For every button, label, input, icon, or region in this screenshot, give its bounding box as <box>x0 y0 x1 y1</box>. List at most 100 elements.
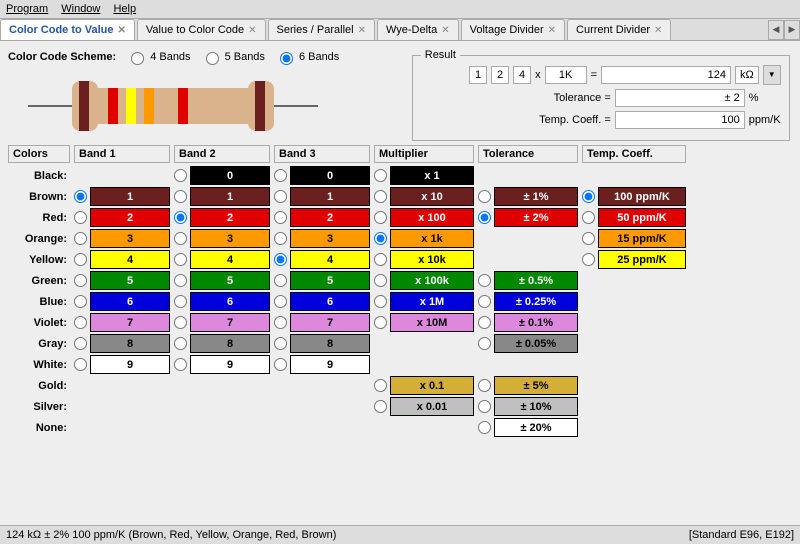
multiplier-option[interactable]: x 1M <box>374 291 474 312</box>
band-option[interactable] <box>74 165 170 186</box>
tab-1[interactable]: Value to Color Code✕ <box>137 19 266 40</box>
tab-0[interactable]: Color Code to Value✕ <box>0 19 135 40</box>
close-icon[interactable]: ✕ <box>441 25 449 36</box>
tolerance-option[interactable]: ± 0.1% <box>478 312 578 333</box>
tempcoeff-option[interactable]: 15 ppm/K <box>582 228 686 249</box>
tab-3[interactable]: Wye-Delta✕ <box>377 19 459 40</box>
band-option[interactable]: 4 <box>274 249 370 270</box>
color-label: Blue: <box>8 291 70 312</box>
status-right: [Standard E96, E192] <box>689 529 794 541</box>
multiplier-option[interactable]: x 100k <box>374 270 474 291</box>
band-option[interactable]: 7 <box>174 312 270 333</box>
tolerance-label: Tolerance = <box>554 92 611 104</box>
tempcoeff-unit: ppm/K <box>749 114 781 126</box>
resistor-graphic <box>28 71 318 141</box>
multiplier-option[interactable]: x 100 <box>374 207 474 228</box>
tab-4[interactable]: Voltage Divider✕ <box>461 19 565 40</box>
tab-2[interactable]: Series / Parallel✕ <box>268 19 375 40</box>
close-icon[interactable]: ✕ <box>548 25 556 36</box>
tolerance-option[interactable]: ± 10% <box>478 396 578 417</box>
multiplier-option[interactable]: x 0.01 <box>374 396 474 417</box>
close-icon[interactable]: ✕ <box>118 25 126 36</box>
result-value: 124 <box>601 66 731 84</box>
tab-scroll-left[interactable]: ◀ <box>768 20 784 40</box>
color-label: Black: <box>8 165 70 186</box>
result-panel: Result 1 2 4 x 1K = 124 kΩ ▼ Tolerance =… <box>412 49 791 141</box>
band-option[interactable]: 8 <box>274 333 370 354</box>
multiplier-option[interactable]: x 0.1 <box>374 375 474 396</box>
unit-dropdown[interactable]: ▼ <box>763 65 781 85</box>
close-icon[interactable]: ✕ <box>358 25 366 36</box>
band-option[interactable]: 2 <box>174 207 270 228</box>
multiplier-option[interactable]: x 10 <box>374 186 474 207</box>
band-option[interactable]: 6 <box>174 291 270 312</box>
band-option[interactable]: 8 <box>74 333 170 354</box>
menu-program[interactable]: Program <box>6 3 48 15</box>
tempcoeff-option[interactable]: 50 ppm/K <box>582 207 686 228</box>
tolerance-option[interactable]: ± 0.25% <box>478 291 578 312</box>
tolerance-option[interactable]: ± 5% <box>478 375 578 396</box>
tempcoeff-option[interactable]: 25 ppm/K <box>582 249 686 270</box>
tolerance-option[interactable] <box>478 249 578 270</box>
band-option[interactable]: 5 <box>74 270 170 291</box>
tolerance-option[interactable] <box>478 165 578 186</box>
band-option[interactable]: 4 <box>74 249 170 270</box>
band-option[interactable]: 3 <box>274 228 370 249</box>
statusbar: 124 kΩ ± 2% 100 ppm/K (Brown, Red, Yello… <box>0 525 800 544</box>
tolerance-option[interactable] <box>478 228 578 249</box>
band-option[interactable]: 7 <box>74 312 170 333</box>
band-option[interactable]: 4 <box>174 249 270 270</box>
band-option[interactable]: 7 <box>274 312 370 333</box>
band-option[interactable]: 8 <box>174 333 270 354</box>
scheme-6bands[interactable]: 6 Bands <box>275 49 339 65</box>
tolerance-option[interactable]: ± 2% <box>478 207 578 228</box>
tolerance-option[interactable]: ± 0.05% <box>478 333 578 354</box>
multiplier-option[interactable] <box>374 417 474 438</box>
close-icon[interactable]: ✕ <box>654 25 662 36</box>
band-option[interactable]: 6 <box>274 291 370 312</box>
tab-scroll-right[interactable]: ▶ <box>784 20 800 40</box>
multiplier-option[interactable]: x 1 <box>374 165 474 186</box>
band-option[interactable]: 9 <box>174 354 270 375</box>
tempcoeff-option[interactable] <box>582 165 686 186</box>
scheme-4bands[interactable]: 4 Bands <box>126 49 190 65</box>
band-option[interactable]: 0 <box>174 165 270 186</box>
color-label: Green: <box>8 270 70 291</box>
color-label: None: <box>8 417 70 438</box>
tab-5[interactable]: Current Divider✕ <box>567 19 671 40</box>
band-option[interactable]: 5 <box>274 270 370 291</box>
band-option[interactable]: 1 <box>74 186 170 207</box>
result-unit: kΩ <box>735 66 759 84</box>
color-label: White: <box>8 354 70 375</box>
multiplier-option[interactable]: x 10k <box>374 249 474 270</box>
menu-window[interactable]: Window <box>61 3 100 15</box>
band-option[interactable]: 5 <box>174 270 270 291</box>
tolerance-option[interactable] <box>478 354 578 375</box>
band-option[interactable]: 1 <box>174 186 270 207</box>
multiplier-option[interactable] <box>374 354 474 375</box>
scheme-5bands[interactable]: 5 Bands <box>201 49 265 65</box>
menu-help[interactable]: Help <box>113 3 136 15</box>
tempcoeff-option[interactable]: 100 ppm/K <box>582 186 686 207</box>
band-option[interactable]: 1 <box>274 186 370 207</box>
close-icon[interactable]: ✕ <box>248 25 256 36</box>
tempcoeff-label: Temp. Coeff. = <box>539 114 611 126</box>
multiplier-option[interactable] <box>374 333 474 354</box>
tolerance-option[interactable]: ± 0.5% <box>478 270 578 291</box>
band-option[interactable]: 3 <box>74 228 170 249</box>
multiplier-option[interactable]: x 10M <box>374 312 474 333</box>
color-label: Brown: <box>8 186 70 207</box>
band-option[interactable]: 0 <box>274 165 370 186</box>
band-option[interactable]: 9 <box>274 354 370 375</box>
tempcoeff-value: 100 <box>615 111 745 129</box>
band-option[interactable]: 6 <box>74 291 170 312</box>
color-label: Gray: <box>8 333 70 354</box>
status-left: 124 kΩ ± 2% 100 ppm/K (Brown, Red, Yello… <box>6 529 336 541</box>
band-option[interactable]: 2 <box>74 207 170 228</box>
tolerance-option[interactable]: ± 1% <box>478 186 578 207</box>
tolerance-option[interactable]: ± 20% <box>478 417 578 438</box>
band-option[interactable]: 3 <box>174 228 270 249</box>
band-option[interactable]: 9 <box>74 354 170 375</box>
multiplier-option[interactable]: x 1k <box>374 228 474 249</box>
band-option[interactable]: 2 <box>274 207 370 228</box>
